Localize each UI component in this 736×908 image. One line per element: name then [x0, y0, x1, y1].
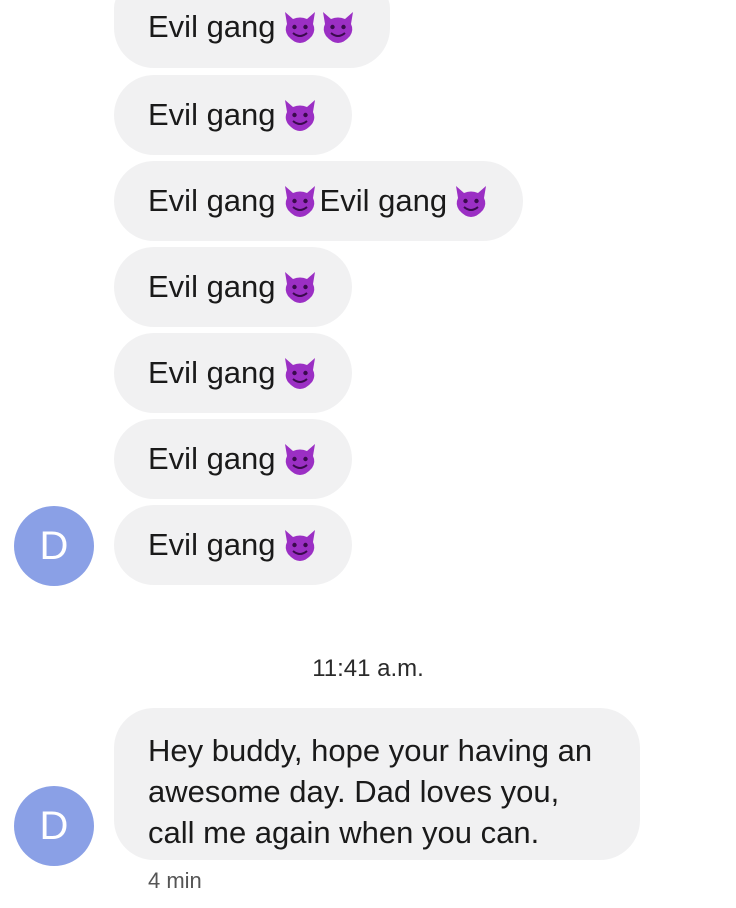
message-bubble[interactable]: Evil gang — [114, 247, 352, 327]
smiling-imp-icon — [282, 528, 318, 562]
avatar-initial: D — [39, 523, 69, 568]
message-bubble[interactable]: Evil gang — [114, 0, 390, 68]
message-line: Hey buddy, hope your having an — [148, 733, 593, 768]
message-timestamp: 11:41 a.m. — [312, 655, 424, 682]
avatar[interactable]: D — [14, 506, 94, 586]
message-line: call me again when you can. — [148, 815, 540, 850]
message-line: awesome day. Dad loves you, — [148, 774, 560, 809]
message-text: Evil gang — [148, 527, 276, 562]
smiling-imp-icon — [282, 356, 318, 390]
message-text: Evil gang — [148, 183, 276, 218]
message-text: Evil gang — [148, 269, 276, 304]
message-text: Evil gang — [148, 97, 276, 132]
message-bubble[interactable]: Evil gang — [114, 505, 352, 585]
message-text: Evil gang — [319, 183, 448, 218]
smiling-imp-icon — [282, 98, 318, 132]
message-text: Evil gang — [148, 9, 276, 44]
avatar[interactable]: D — [14, 786, 94, 866]
message-bubble[interactable]: Evil gang — [114, 333, 352, 413]
message-text: Evil gang — [148, 355, 276, 390]
smiling-imp-icon — [282, 10, 318, 44]
smiling-imp-icon — [282, 270, 318, 304]
smiling-imp-icon — [453, 184, 489, 218]
avatar-initial: D — [39, 803, 69, 848]
message-time-ago: 4 min — [148, 868, 202, 893]
smiling-imp-icon — [282, 184, 318, 218]
message-bubble[interactable]: Hey buddy, hope your having an awesome d… — [114, 708, 640, 860]
smiling-imp-icon — [282, 442, 318, 476]
message-bubble[interactable]: Evil gang — [114, 419, 352, 499]
message-text: Evil gang — [148, 441, 276, 476]
chat-thread: Evil gang Evil gang Evil gang Evil gang … — [0, 0, 736, 908]
message-bubble[interactable]: Evil gang — [114, 75, 352, 155]
message-bubble[interactable]: Evil gang Evil gang — [114, 161, 524, 241]
smiling-imp-icon — [320, 10, 356, 44]
